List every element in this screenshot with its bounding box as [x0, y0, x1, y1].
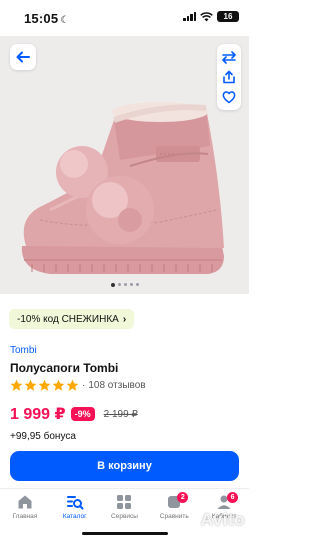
- tab-label: Сравнить: [159, 513, 189, 520]
- compare-action[interactable]: [222, 50, 236, 64]
- gallery-dot[interactable]: [129, 283, 133, 286]
- tab-badge: 2: [177, 492, 189, 503]
- heart-icon: [222, 91, 236, 104]
- star-icon: [66, 379, 79, 391]
- side-actions: [217, 44, 241, 110]
- tab-label: Сервисы: [111, 513, 138, 520]
- share-icon: [223, 70, 235, 84]
- promo-text: -10% код СНЕЖИНКА: [17, 313, 119, 325]
- tab-home[interactable]: Главная: [1, 493, 49, 540]
- home-icon: [18, 495, 32, 509]
- rating-separator: ·: [82, 380, 86, 391]
- discount-badge: -9%: [70, 407, 95, 421]
- reviews-count: 108 отзывов: [88, 380, 146, 391]
- bonus-text: +99,95 бонуса: [10, 431, 76, 442]
- gallery-dot[interactable]: [117, 283, 121, 286]
- current-price: 1 999 ₽: [10, 406, 66, 423]
- back-button[interactable]: [10, 44, 36, 70]
- catalog-icon: [66, 496, 84, 510]
- arrow-left-icon: [16, 51, 30, 63]
- tab-badge: 6: [227, 492, 239, 503]
- compare-icon: [222, 51, 236, 64]
- add-to-cart-button[interactable]: В корзину: [10, 451, 239, 481]
- brand-link[interactable]: Tombi: [10, 345, 37, 356]
- services-icon: [117, 495, 132, 509]
- share-action[interactable]: [222, 70, 236, 84]
- star-icon: [10, 379, 23, 391]
- product-title: Полусапоги Tombi: [10, 361, 119, 375]
- avito-watermark: Avito: [200, 510, 245, 529]
- favorite-action[interactable]: [222, 90, 236, 104]
- old-price: 2 199 ₽: [103, 408, 138, 420]
- product-gallery[interactable]: [0, 36, 249, 294]
- wifi-icon: [200, 11, 213, 21]
- product-image: [21, 102, 224, 274]
- status-icons: 16: [183, 11, 239, 22]
- chevron-right-icon: ›: [122, 313, 127, 325]
- battery-icon: 16: [217, 11, 239, 22]
- price-row: 1 999 ₽ -9% 2 199 ₽: [10, 404, 138, 424]
- status-bar: 15:05 ☾ 16: [0, 0, 249, 36]
- gallery-dots: [0, 283, 249, 287]
- star-icon: [52, 379, 65, 391]
- gallery-dot[interactable]: [135, 283, 139, 286]
- gallery-dot[interactable]: [110, 283, 115, 287]
- star-icon: [38, 379, 51, 391]
- moon-icon: ☾: [60, 15, 70, 26]
- tab-label: Каталог: [62, 513, 87, 520]
- home-indicator: [82, 532, 168, 535]
- tab-label: Главная: [12, 513, 38, 520]
- promo-code-badge[interactable]: -10% код СНЕЖИНКА ›: [9, 309, 135, 329]
- rating-stars: [10, 379, 79, 392]
- gallery-dot[interactable]: [123, 283, 127, 286]
- rating-row[interactable]: · 108 отзывов: [10, 379, 146, 392]
- signal-icon: [183, 12, 196, 21]
- star-icon: [24, 379, 37, 391]
- status-time: 15:05 ☾: [24, 11, 70, 26]
